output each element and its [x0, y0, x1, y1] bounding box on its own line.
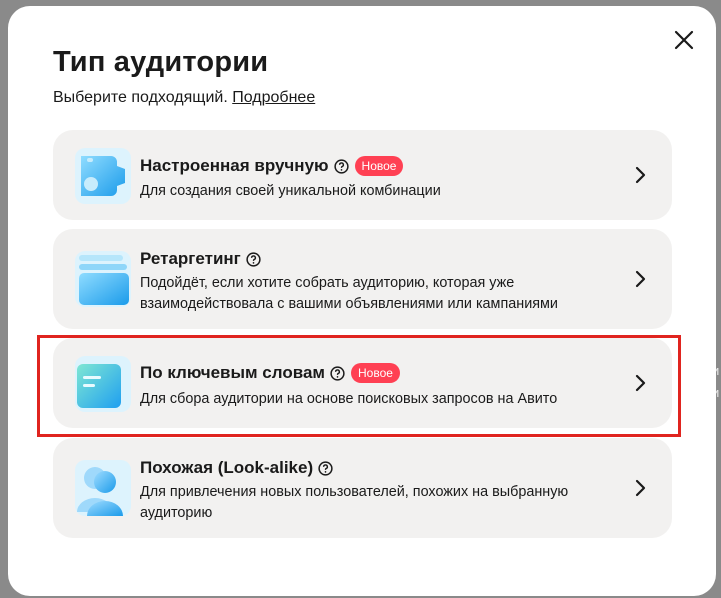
- option-description: Для сбора аудитории на основе поисковых …: [140, 391, 558, 407]
- chevron-right-icon[interactable]: [634, 373, 648, 393]
- option-title-text: По ключевым словам: [140, 363, 325, 382]
- close-icon[interactable]: [672, 28, 696, 52]
- chevron-right-icon[interactable]: [634, 269, 648, 289]
- option-title-text: Ретаргетинг: [140, 249, 241, 268]
- option-description: Для создания своей уникальной комбинации: [140, 183, 441, 199]
- new-badge: Новое: [350, 363, 400, 383]
- chevron-right-icon[interactable]: [634, 478, 648, 498]
- option-lookalike[interactable]: Похожая (Look-alike) Для привлечения нов…: [53, 438, 672, 538]
- option-description: Для привлечения новых пользователей, пох…: [140, 484, 569, 521]
- chevron-right-icon[interactable]: [634, 165, 648, 185]
- help-icon[interactable]: [333, 158, 349, 174]
- help-icon[interactable]: [246, 251, 261, 267]
- option-title: Настроенная вручную Новое: [140, 156, 404, 176]
- option-title: По ключевым словам Новое: [140, 363, 400, 383]
- help-icon[interactable]: [318, 460, 333, 476]
- stacked-cards-icon: [75, 251, 131, 307]
- option-title-text: Настроенная вручную: [140, 156, 329, 175]
- option-title: Ретаргетинг: [140, 249, 261, 269]
- option-title: Похожая (Look-alike): [140, 458, 333, 478]
- audience-type-modal: Тип аудитории Выберите подходящий. Подро…: [8, 6, 716, 596]
- modal-title: Тип аудитории: [53, 46, 269, 78]
- subtitle-text: Выберите подходящий.: [53, 89, 228, 106]
- option-manual[interactable]: Настроенная вручную Новое Для создания с…: [53, 130, 672, 220]
- more-link[interactable]: Подробнее: [232, 89, 315, 106]
- modal-subtitle: Выберите подходящий. Подробнее: [53, 89, 315, 107]
- option-retargeting[interactable]: Ретаргетинг Подойдёт, если хотите собрат…: [53, 229, 672, 329]
- option-description: Подойдёт, если хотите собрать аудиторию,…: [140, 275, 558, 312]
- gear-icon: [75, 148, 131, 204]
- help-icon[interactable]: [330, 365, 345, 381]
- option-keywords[interactable]: По ключевым словам Новое Для сбора аудит…: [53, 338, 672, 428]
- option-title-text: Похожая (Look-alike): [140, 458, 314, 477]
- search-bar-icon: [75, 356, 131, 412]
- people-icon: [75, 460, 131, 516]
- new-badge: Новое: [354, 156, 404, 176]
